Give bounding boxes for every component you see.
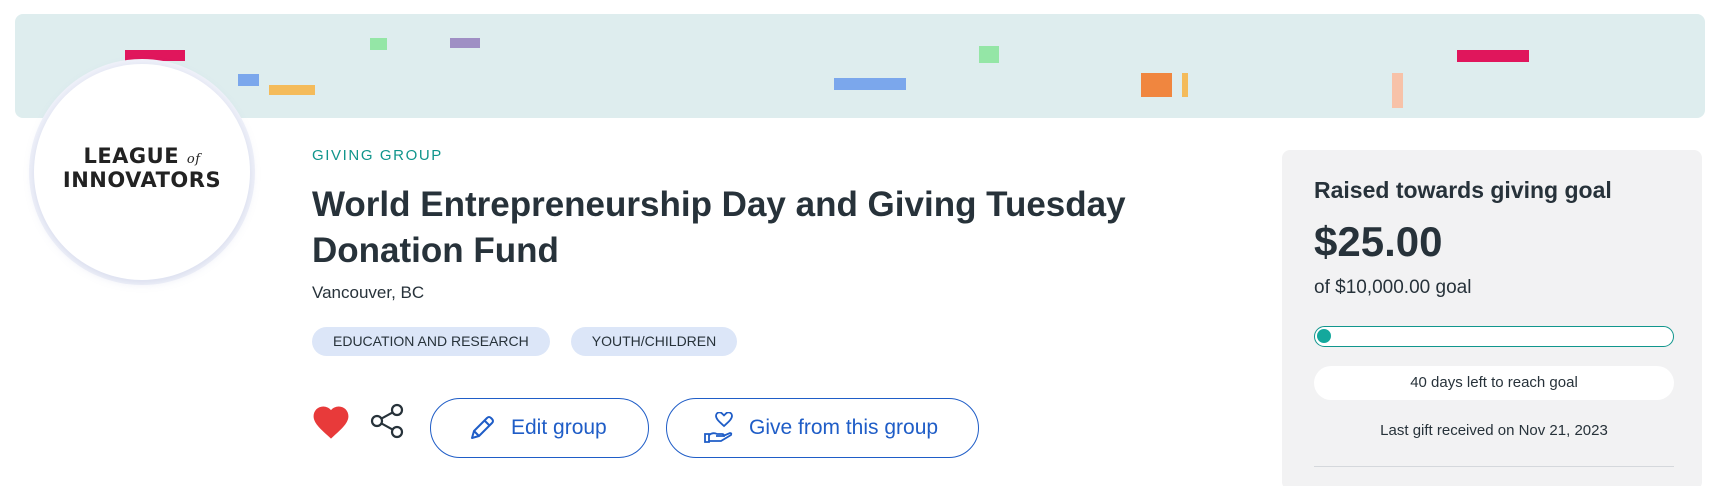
organization-logo: LEAGUE of INNOVATORS (34, 64, 250, 280)
share-icon[interactable] (368, 402, 406, 440)
logo-wordmark: LEAGUE of INNOVATORS (34, 144, 250, 192)
confetti-shape (1392, 73, 1403, 108)
action-bar: Edit group Give from this group (312, 398, 1012, 458)
goal-progress-bar (1314, 326, 1674, 347)
confetti-shape (1182, 73, 1188, 97)
group-location: Vancouver, BC (312, 283, 425, 302)
logo-of: of (186, 152, 201, 167)
confetti-shape (269, 85, 315, 95)
give-from-group-label: Give from this group (749, 416, 939, 439)
tag-youth-children[interactable]: YOUTH/CHILDREN (570, 327, 738, 356)
confetti-shape (370, 38, 387, 50)
header-banner (15, 14, 1705, 118)
category-tags: EDUCATION AND RESEARCH YOUTH/CHILDREN (312, 327, 738, 356)
goal-heading: Raised towards giving goal (1314, 177, 1612, 203)
pencil-icon (471, 416, 494, 439)
confetti-shape (1141, 73, 1172, 97)
tag-education-research[interactable]: EDUCATION AND RESEARCH (312, 327, 550, 356)
confetti-shape (1457, 50, 1529, 62)
confetti-shape (238, 74, 259, 86)
heart-icon[interactable] (312, 404, 350, 440)
giving-goal-card: Raised towards giving goal $25.00 of $10… (1282, 150, 1702, 486)
goal-target: of $10,000.00 goal (1314, 277, 1472, 298)
confetti-shape (450, 38, 480, 48)
hand-heart-icon (704, 412, 733, 443)
edit-group-button[interactable]: Edit group (430, 398, 649, 458)
confetti-shape (834, 78, 906, 90)
amount-raised: $25.00 (1314, 218, 1443, 265)
confetti-shape (979, 46, 999, 63)
goal-progress-fill (1317, 329, 1331, 343)
last-gift-text: Last gift received on Nov 21, 2023 (1380, 422, 1608, 439)
divider (1314, 466, 1674, 467)
confetti-shape (125, 50, 185, 61)
edit-group-label: Edit group (511, 416, 607, 439)
give-from-group-button[interactable]: Give from this group (666, 398, 979, 458)
logo-line-2: INNOVATORS (62, 168, 222, 192)
days-left-badge: 40 days left to reach goal (1314, 366, 1674, 400)
giving-group-label: GIVING GROUP (312, 147, 443, 164)
logo-line-1: LEAGUE (83, 144, 180, 168)
page-title: World Entrepreneurship Day and Giving Tu… (312, 185, 1126, 270)
